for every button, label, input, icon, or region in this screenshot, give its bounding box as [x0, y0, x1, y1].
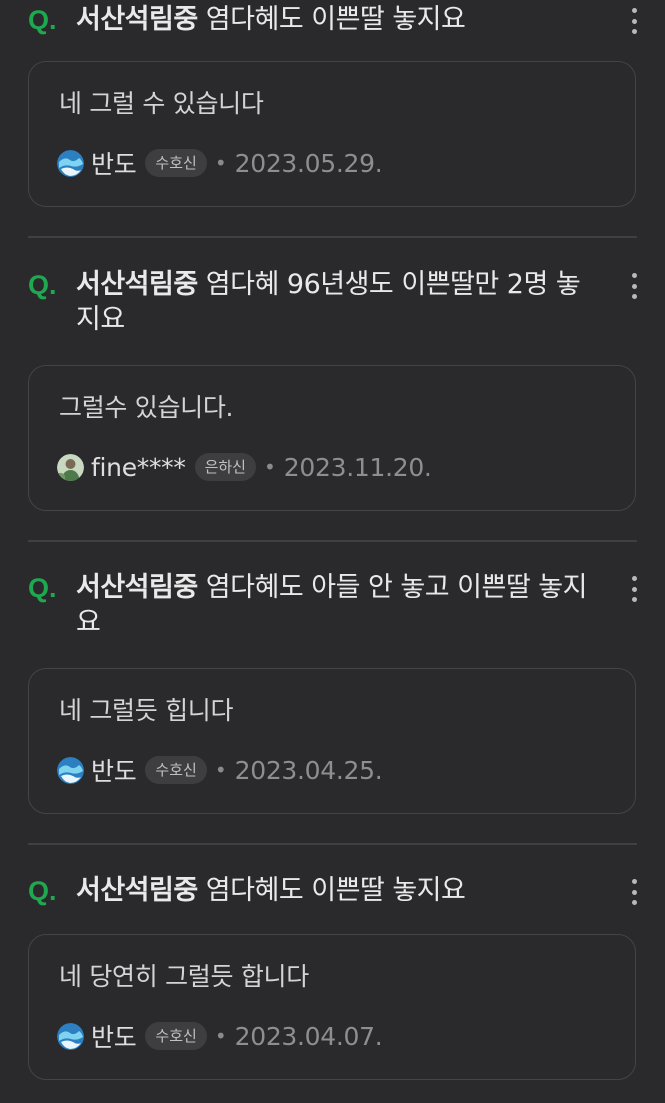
- qa-item[interactable]: Q. 서산석림중 염다혜도 아들 안 놓고 이쁜딸 놓지요: [0, 570, 665, 640]
- divider: [28, 236, 637, 238]
- meta-separator: •: [214, 1024, 227, 1048]
- answer-text: 네 당연히 그럴듯 합니다: [59, 962, 309, 991]
- qa-item[interactable]: Q. 서산석림중 염다혜 96년생도 이쁜딸만 2명 놓지요: [0, 267, 665, 337]
- meta-separator: •: [263, 455, 276, 479]
- answer-date: 2023.05.29.: [234, 148, 383, 178]
- answer-card[interactable]: 네 당연히 그럴듯 합니다 반도 수호신 • 2023.04.07.: [28, 934, 636, 1080]
- answer-text: 그럴수 있습니다.: [59, 393, 234, 422]
- answer-card[interactable]: 네 그럴듯 힙니다 반도 수호신 • 2023.04.25.: [28, 668, 636, 814]
- qa-item[interactable]: Q. 서산석림중 염다혜도 이쁜딸 놓지요: [0, 2, 665, 37]
- question-text: 염다혜도 이쁜딸 놓지요: [205, 875, 466, 906]
- meta-separator: •: [214, 151, 227, 175]
- globe-avatar[interactable]: [57, 149, 84, 177]
- question-mark-icon: Q.: [28, 270, 57, 300]
- answer-card[interactable]: 네 그럴 수 있습니다 반도 수호신 • 2023.05.29.: [28, 61, 636, 207]
- question-row[interactable]: Q. 서산석림중 염다혜도 이쁜딸 놓지요: [0, 2, 665, 37]
- question-school: 서산석림중: [76, 4, 198, 35]
- answer-date: 2023.11.20.: [283, 452, 432, 482]
- question-text: 염다혜도 이쁜딸 놓지요: [205, 4, 466, 35]
- answer-meta: 반도 수호신 • 2023.04.25.: [57, 752, 383, 788]
- meta-separator: •: [214, 758, 227, 782]
- more-options-icon[interactable]: [629, 576, 639, 602]
- answer-username[interactable]: 반도: [91, 752, 137, 788]
- globe-avatar[interactable]: [57, 756, 84, 784]
- answer-username[interactable]: fine****: [91, 453, 186, 482]
- answer-meta: 반도 수호신 • 2023.05.29.: [57, 145, 383, 181]
- person-avatar[interactable]: [57, 453, 84, 481]
- user-rank-badge: 수호신: [145, 149, 207, 177]
- answer-date: 2023.04.25.: [234, 755, 383, 785]
- question-mark-icon: Q.: [28, 573, 57, 603]
- divider: [28, 540, 637, 542]
- answer-date: 2023.04.07.: [234, 1021, 383, 1051]
- question-title[interactable]: 서산석림중 염다혜도 아들 안 놓고 이쁜딸 놓지요: [76, 570, 595, 640]
- answer-username[interactable]: 반도: [91, 1018, 137, 1054]
- answer-meta: 반도 수호신 • 2023.04.07.: [57, 1018, 383, 1054]
- question-row[interactable]: Q. 서산석림중 염다혜 96년생도 이쁜딸만 2명 놓지요: [0, 267, 665, 337]
- answer-card[interactable]: 그럴수 있습니다. fine**** 은하신 • 2023.11.20.: [28, 365, 636, 511]
- qa-item[interactable]: Q. 서산석림중 염다혜도 이쁜딸 놓지요: [0, 873, 665, 908]
- more-options-icon[interactable]: [629, 8, 639, 34]
- answer-text: 네 그럴듯 힙니다: [59, 696, 234, 725]
- question-title[interactable]: 서산석림중 염다혜 96년생도 이쁜딸만 2명 놓지요: [76, 267, 595, 337]
- answer-username[interactable]: 반도: [91, 145, 137, 181]
- question-title[interactable]: 서산석림중 염다혜도 이쁜딸 놓지요: [76, 2, 595, 37]
- more-options-icon[interactable]: [629, 273, 639, 299]
- user-rank-badge: 은하신: [194, 453, 256, 481]
- question-row[interactable]: Q. 서산석림중 염다혜도 이쁜딸 놓지요: [0, 873, 665, 908]
- answer-meta: fine**** 은하신 • 2023.11.20.: [57, 450, 432, 484]
- user-rank-badge: 수호신: [145, 1022, 207, 1050]
- question-school: 서산석림중: [76, 269, 198, 300]
- question-row[interactable]: Q. 서산석림중 염다혜도 아들 안 놓고 이쁜딸 놓지요: [0, 570, 665, 640]
- divider: [28, 843, 637, 845]
- answer-text: 네 그럴 수 있습니다: [59, 89, 264, 118]
- question-school: 서산석림중: [76, 572, 198, 603]
- question-mark-icon: Q.: [28, 5, 57, 35]
- question-title[interactable]: 서산석림중 염다혜도 이쁜딸 놓지요: [76, 873, 595, 908]
- user-rank-badge: 수호신: [145, 756, 207, 784]
- question-mark-icon: Q.: [28, 876, 57, 906]
- globe-avatar[interactable]: [57, 1022, 84, 1050]
- question-school: 서산석림중: [76, 875, 198, 906]
- qa-list: Q. 서산석림중 염다혜도 이쁜딸 놓지요 네 그럴 수 있습니다 반도 수호신…: [0, 0, 665, 1103]
- more-options-icon[interactable]: [629, 879, 639, 905]
